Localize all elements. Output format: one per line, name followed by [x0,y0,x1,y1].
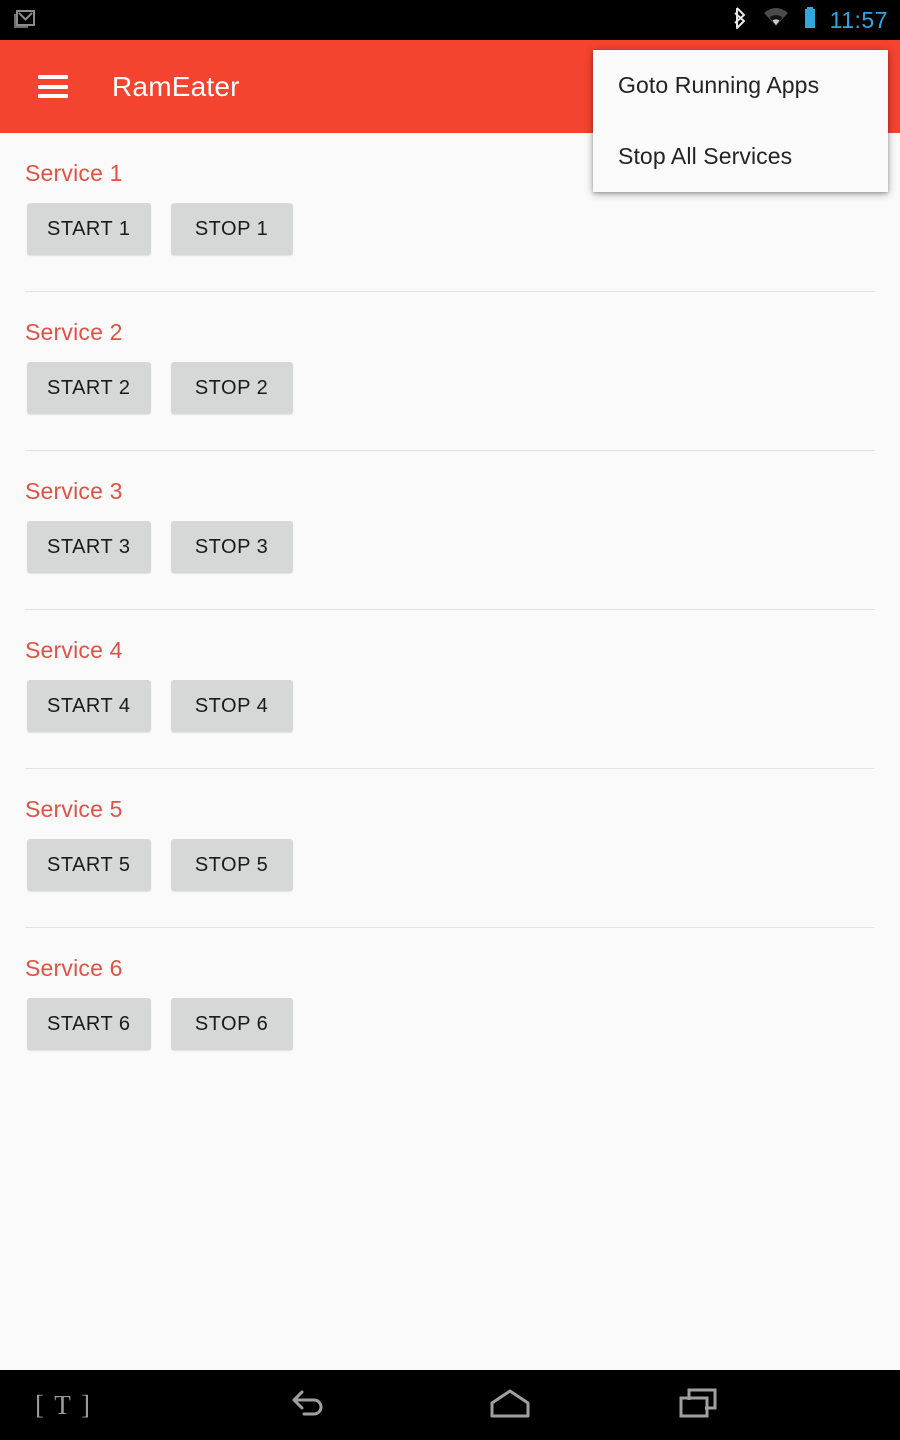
stop-service-button[interactable]: STOP 2 [170,362,293,414]
stop-service-button[interactable]: STOP 5 [170,839,293,891]
gmail-notification-icon [12,7,38,33]
start-service-button[interactable]: START 3 [27,521,151,573]
status-bar: 11:57 [0,0,900,40]
start-service-button[interactable]: START 4 [27,680,151,732]
service-button-group: START 5 STOP 5 [0,823,900,891]
start-service-button[interactable]: START 5 [27,839,151,891]
service-label: Service 3 [25,478,123,504]
overflow-popup-menu: Goto Running Apps Stop All Services [593,50,888,192]
start-service-button[interactable]: START 2 [27,362,151,414]
service-row: Service 2 START 2 STOP 2 [0,292,900,451]
stop-service-button[interactable]: STOP 6 [170,998,293,1050]
service-button-group: START 4 STOP 4 [0,664,900,732]
ime-switcher-icon[interactable]: [ T ] [35,1390,92,1421]
home-icon [480,1386,540,1425]
stop-service-button[interactable]: STOP 3 [170,521,293,573]
service-button-group: START 3 STOP 3 [0,505,900,573]
status-clock: 11:57 [829,6,888,33]
start-service-button[interactable]: START 1 [27,203,151,255]
status-notifications [12,7,730,33]
service-list: Service 1 START 1 STOP 1 Service 2 START 2 ST… [0,133,900,1370]
service-label: Service 4 [25,637,123,663]
back-button[interactable] [225,1370,415,1440]
back-arrow-icon [292,1386,348,1425]
android-screen: 11:57 RamEater Goto Running Apps Stop Al… [0,0,900,1440]
recent-apps-button[interactable] [605,1370,795,1440]
service-label: Service 5 [25,796,123,822]
navigation-bar: [ T ] [0,1370,900,1440]
service-row: Service 3 START 3 STOP 3 [0,451,900,610]
menu-item-goto-running-apps[interactable]: Goto Running Apps [593,50,888,121]
app-title: RamEater [112,70,240,102]
stop-service-button[interactable]: STOP 1 [170,203,293,255]
service-row: Service 4 START 4 STOP 4 [0,610,900,769]
stop-service-button[interactable]: STOP 4 [170,680,293,732]
status-system-icons: 11:57 [730,5,888,36]
recent-apps-icon [675,1386,725,1425]
service-button-group: START 1 STOP 1 [0,187,900,255]
hamburger-menu-icon[interactable] [38,75,68,98]
service-label: Service 2 [25,319,123,345]
start-service-button[interactable]: START 6 [27,998,151,1050]
battery-icon [802,5,818,36]
bluetooth-icon [730,5,750,36]
service-row: Service 6 START 6 STOP 6 [0,928,900,1050]
wifi-icon [762,7,790,34]
service-button-group: START 2 STOP 2 [0,346,900,414]
service-row: Service 5 START 5 STOP 5 [0,769,900,928]
service-label: Service 6 [25,955,123,981]
ime-switcher-button[interactable]: [ T ] [0,1390,225,1421]
menu-item-stop-all-services[interactable]: Stop All Services [593,121,888,192]
service-button-group: START 6 STOP 6 [0,982,900,1050]
home-button[interactable] [415,1370,605,1440]
